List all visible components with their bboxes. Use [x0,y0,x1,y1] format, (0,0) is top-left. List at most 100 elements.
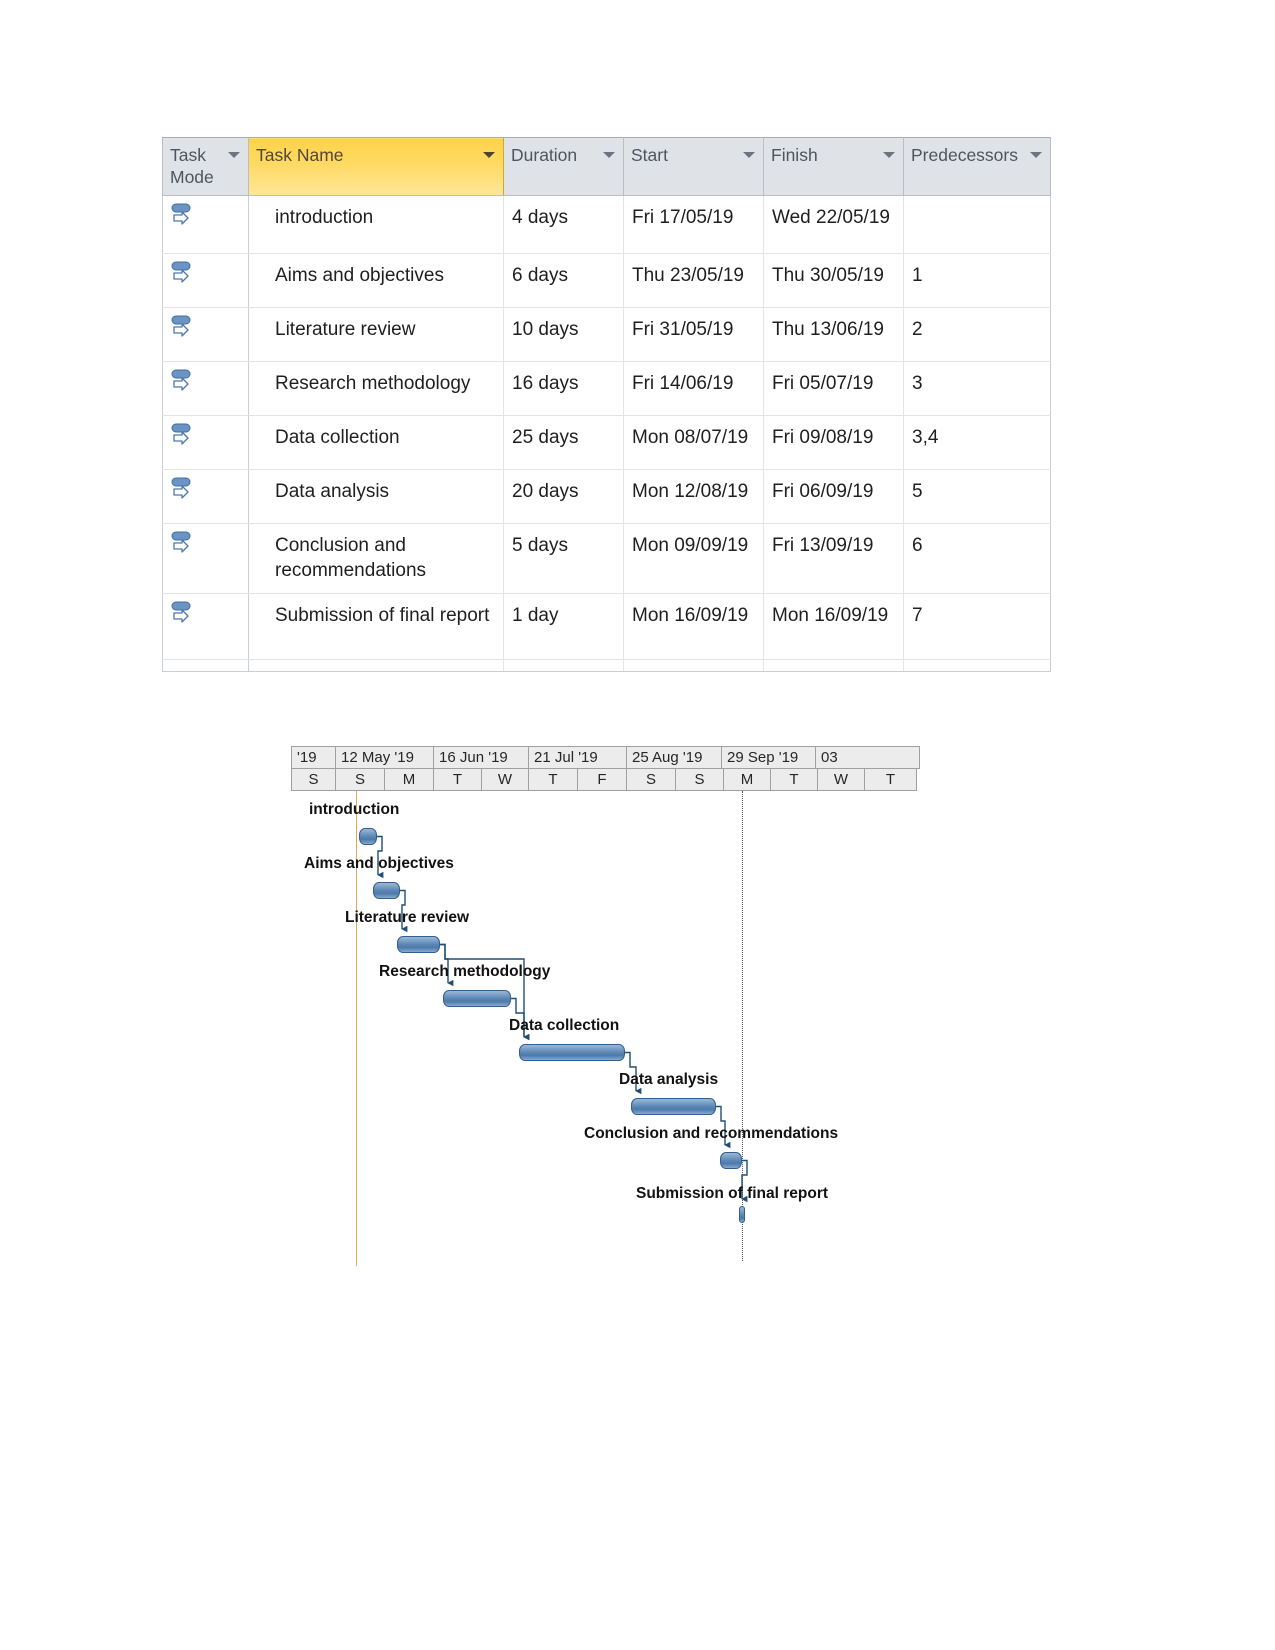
gantt-bar[interactable] [373,882,400,899]
cell-start[interactable]: Fri 31/05/19 [623,306,764,362]
cell-empty [248,659,504,673]
cell-finish[interactable]: Fri 06/09/19 [763,468,904,524]
cell-start[interactable]: Mon 12/08/19 [623,468,764,524]
filter-dropdown-icon[interactable] [883,152,895,158]
gantt-bar-label: Research methodology [379,963,551,980]
table-row[interactable]: Submission of final report 1 day Mon 16/09… [162,593,1051,661]
manually-scheduled-task-icon [171,477,191,499]
cell-task-mode[interactable] [162,194,249,254]
timescale-bottom-tier: SSMTWTFSSMTWT [291,769,920,791]
cell-task-name[interactable]: Conclusion and recommendations [248,522,504,595]
gantt-chart: '19 12 May '19 16 Jun '19 21 Jul '19 25 Aug … [291,746,920,1266]
timescale-day-label: M [723,769,770,791]
table-row[interactable]: Literature review 10 days Fri 31/05/19 Thu … [162,306,1051,362]
column-header-label: Task Mode [170,145,214,187]
timescale-period-label: 12 May '19 [335,746,433,769]
cell-task-mode[interactable] [162,468,249,524]
cell-predecessors[interactable]: 7 [903,593,1051,661]
gantt-bar-label: Data collection [509,1017,620,1034]
column-header-predecessors[interactable]: Predecessors [903,137,1051,196]
cell-duration[interactable]: 16 days [503,360,624,416]
gantt-bar[interactable] [631,1098,716,1115]
timescale-period-label: '19 [291,746,335,769]
column-header-duration[interactable]: Duration [503,137,624,196]
table-row[interactable]: Conclusion and recommendations 5 days Mon … [162,522,1051,595]
cell-finish[interactable]: Thu 13/06/19 [763,306,904,362]
cell-task-mode[interactable] [162,306,249,362]
cell-task-name[interactable]: Aims and objectives [248,252,504,308]
cell-duration[interactable]: 20 days [503,468,624,524]
cell-finish[interactable]: Mon 16/09/19 [763,593,904,661]
timescale-day-label: S [675,769,723,791]
cell-finish[interactable]: Wed 22/05/19 [763,194,904,254]
cell-task-name[interactable]: Data analysis [248,468,504,524]
cell-duration[interactable]: 4 days [503,194,624,254]
column-header-finish[interactable]: Finish [763,137,904,196]
table-header-row: Task Mode Task Name Duration Start Finis… [162,137,1051,196]
filter-dropdown-icon[interactable] [483,152,495,158]
table-row[interactable]: Data collection 25 days Mon 08/07/19 Fri 09… [162,414,1051,470]
cell-task-mode[interactable] [162,414,249,470]
cell-start[interactable]: Mon 08/07/19 [623,414,764,470]
gantt-bar[interactable] [519,1044,625,1061]
cell-finish[interactable]: Fri 05/07/19 [763,360,904,416]
cell-finish[interactable]: Fri 09/08/19 [763,414,904,470]
table-row[interactable]: Data analysis 20 days Mon 12/08/19 Fri 06/0… [162,468,1051,524]
timescale-period-label: 21 Jul '19 [528,746,626,769]
cell-task-name[interactable]: Data collection [248,414,504,470]
cell-task-mode[interactable] [162,360,249,416]
timescale-day-label: S [335,769,384,791]
filter-dropdown-icon[interactable] [228,152,240,158]
cell-predecessors[interactable]: 3 [903,360,1051,416]
timescale-day-label: S [626,769,675,791]
cell-duration[interactable]: 10 days [503,306,624,362]
cell-start[interactable]: Thu 23/05/19 [623,252,764,308]
manually-scheduled-task-icon [171,531,191,553]
manually-scheduled-task-icon [171,315,191,337]
gantt-bar[interactable] [397,936,440,953]
filter-dropdown-icon[interactable] [603,152,615,158]
table-row[interactable]: Research methodology 16 days Fri 14/06/19 F… [162,360,1051,416]
filter-dropdown-icon[interactable] [1030,152,1042,158]
gantt-bar[interactable] [720,1152,742,1169]
column-header-label: Task Name [256,145,344,165]
cell-duration[interactable]: 25 days [503,414,624,470]
cell-duration[interactable]: 5 days [503,522,624,595]
column-header-start[interactable]: Start [623,137,764,196]
cell-start[interactable]: Fri 17/05/19 [623,194,764,254]
cell-predecessors[interactable]: 2 [903,306,1051,362]
cell-empty [162,659,249,673]
cell-task-mode[interactable] [162,593,249,661]
table-row[interactable]: introduction 4 days Fri 17/05/19 Wed 22/05/… [162,194,1051,254]
cell-predecessors[interactable]: 5 [903,468,1051,524]
timescale-period-label: 25 Aug '19 [626,746,721,769]
cell-task-mode[interactable] [162,522,249,595]
cell-finish[interactable]: Thu 30/05/19 [763,252,904,308]
cell-task-name[interactable]: Literature review [248,306,504,362]
timescale-day-label: F [577,769,626,791]
cell-duration[interactable]: 6 days [503,252,624,308]
cell-duration[interactable]: 1 day [503,593,624,661]
cell-task-name[interactable]: Research methodology [248,360,504,416]
gantt-bar[interactable] [443,990,511,1007]
cell-start[interactable]: Fri 14/06/19 [623,360,764,416]
column-header-task-mode[interactable]: Task Mode [162,137,249,196]
gantt-bar[interactable] [359,828,377,845]
cell-task-mode[interactable] [162,252,249,308]
cell-predecessors[interactable]: 6 [903,522,1051,595]
table-row[interactable]: Aims and objectives 6 days Thu 23/05/19 Thu… [162,252,1051,308]
cell-start[interactable]: Mon 16/09/19 [623,593,764,661]
cell-start[interactable]: Mon 09/09/19 [623,522,764,595]
cell-predecessors[interactable]: 3,4 [903,414,1051,470]
cell-task-name[interactable]: introduction [248,194,504,254]
cell-predecessors[interactable]: 1 [903,252,1051,308]
cell-predecessors[interactable] [903,194,1051,254]
timescale-day-label: M [384,769,433,791]
column-header-task-name[interactable]: Task Name [248,137,504,196]
cell-task-name[interactable]: Submission of final report [248,593,504,661]
timescale-day-label: S [291,769,335,791]
gantt-bar[interactable] [739,1206,745,1223]
filter-dropdown-icon[interactable] [743,152,755,158]
cell-finish[interactable]: Fri 13/09/19 [763,522,904,595]
manually-scheduled-task-icon [171,203,191,225]
